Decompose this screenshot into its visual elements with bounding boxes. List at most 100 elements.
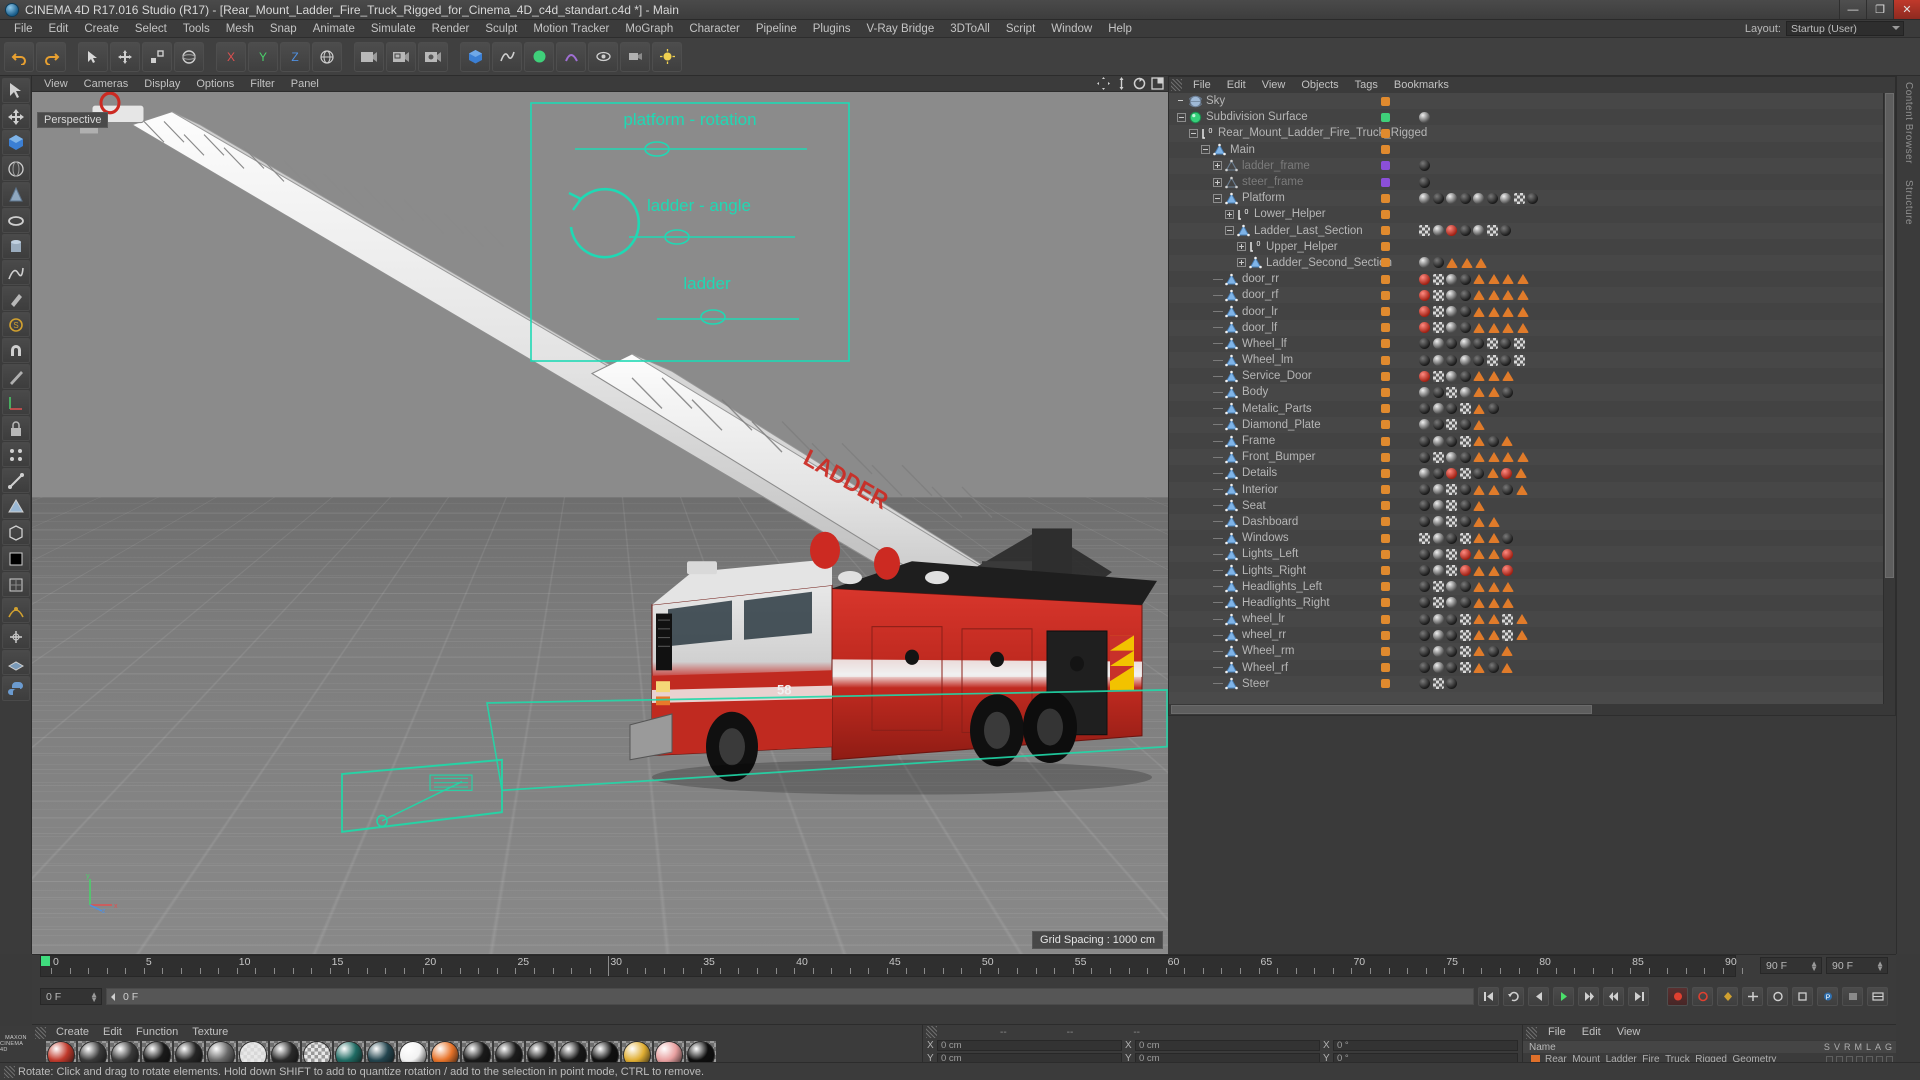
viewport-menu-options[interactable]: Options <box>188 76 242 92</box>
tag-dark-icon[interactable] <box>1419 613 1430 625</box>
object-row[interactable]: 0 Rear_Mount_Ladder_Fire_Truck_Rigged <box>1169 125 1895 142</box>
visibility-dots[interactable] <box>1381 307 1390 317</box>
visibility-dots[interactable] <box>1381 339 1390 349</box>
menu-item-animate[interactable]: Animate <box>305 20 363 38</box>
visibility-dots[interactable] <box>1381 614 1390 624</box>
layer-color-swatch[interactable] <box>1381 517 1390 527</box>
layer-menu-edit[interactable]: Edit <box>1574 1025 1609 1040</box>
layer-color-swatch[interactable] <box>1381 177 1390 187</box>
tag-dark-icon[interactable] <box>1527 192 1538 204</box>
tag-dark-icon[interactable] <box>1419 629 1430 641</box>
layer-color-swatch[interactable] <box>1381 501 1390 511</box>
object-row[interactable]: Main <box>1169 141 1895 158</box>
tag-tri-icon[interactable] <box>1473 322 1485 333</box>
visibility-dots[interactable] <box>1381 112 1390 122</box>
animation-button[interactable] <box>1 598 30 623</box>
layer-color-swatch[interactable] <box>1381 420 1390 430</box>
scrollbar-thumb[interactable] <box>1885 93 1894 579</box>
tag-sphere-icon[interactable] <box>1446 289 1457 301</box>
render-view-button[interactable] <box>354 41 384 72</box>
tag-tri-icon[interactable] <box>1473 371 1485 382</box>
tag-chk-icon[interactable] <box>1446 548 1457 560</box>
autokey-button[interactable] <box>1692 986 1713 1006</box>
object-tags[interactable] <box>1419 306 1529 318</box>
tag-dark-icon[interactable] <box>1419 338 1430 350</box>
world-coordinates-button[interactable] <box>312 41 342 72</box>
menu-item-plugins[interactable]: Plugins <box>805 20 859 38</box>
object-tags[interactable] <box>1419 403 1499 415</box>
tag-dark-icon[interactable] <box>1459 484 1471 496</box>
visibility-dots[interactable] <box>1381 274 1390 284</box>
object-row[interactable]: Dashboard <box>1169 513 1895 531</box>
object-row[interactable]: ladder_frame <box>1169 157 1895 174</box>
tag-dark-icon[interactable] <box>1473 338 1484 350</box>
tag-sphere-icon[interactable] <box>1459 354 1471 366</box>
tag-dark-icon[interactable] <box>1459 273 1471 285</box>
layer-color-swatch[interactable] <box>1381 598 1390 608</box>
menu-item-help[interactable]: Help <box>1100 20 1140 38</box>
collapse-icon[interactable] <box>1213 193 1222 203</box>
object-tags[interactable] <box>1419 435 1513 447</box>
tag-sphere-icon[interactable] <box>1500 192 1511 204</box>
object-row[interactable]: Ladder_Last_Section <box>1169 222 1895 239</box>
tag-tri-icon[interactable] <box>1473 290 1485 301</box>
tag-tri-icon[interactable] <box>1473 646 1485 657</box>
visibility-dots[interactable] <box>1381 177 1390 187</box>
object-row[interactable]: Body <box>1169 384 1895 401</box>
visibility-dots[interactable] <box>1381 663 1390 673</box>
layer-color-swatch[interactable] <box>1381 452 1390 462</box>
tag-red-icon[interactable] <box>1419 289 1430 301</box>
tag-tri-icon[interactable] <box>1516 452 1529 463</box>
tag-dark-icon[interactable] <box>1459 322 1471 334</box>
sphere-button[interactable] <box>1 156 30 181</box>
menu-item-select[interactable]: Select <box>127 20 175 38</box>
axis-y-lock-button[interactable]: Y <box>248 41 278 72</box>
tag-chk-icon[interactable] <box>1459 629 1471 641</box>
tag-dark-icon[interactable] <box>1432 386 1444 398</box>
cube-button[interactable] <box>1 130 30 155</box>
layout-dropdown[interactable]: Startup (User) <box>1786 21 1904 36</box>
tag-sphere-icon[interactable] <box>1419 467 1430 479</box>
dock-label-content-browser[interactable]: Content Browser <box>1903 82 1914 164</box>
visibility-dots[interactable] <box>1381 517 1390 527</box>
visibility-dots[interactable] <box>1381 566 1390 576</box>
tag-chk-icon[interactable] <box>1432 306 1444 318</box>
layer-color-swatch[interactable] <box>1381 371 1390 381</box>
tag-tri-icon[interactable] <box>1487 322 1500 333</box>
tag-sphere-icon[interactable] <box>1419 111 1430 123</box>
hscrollbar-thumb[interactable] <box>1171 705 1593 714</box>
tag-tri-icon[interactable] <box>1475 257 1487 268</box>
menu-item-motion-tracker[interactable]: Motion Tracker <box>525 20 617 38</box>
tag-chk-icon[interactable] <box>1432 451 1444 463</box>
tag-tri-icon[interactable] <box>1515 484 1528 495</box>
tag-chk-icon[interactable] <box>1432 289 1444 301</box>
object-row[interactable]: Ladder_Second_Section <box>1169 254 1895 272</box>
tag-red-icon[interactable] <box>1419 273 1430 285</box>
tag-dark-icon[interactable] <box>1419 581 1430 593</box>
tag-sphere-icon[interactable] <box>1432 484 1444 496</box>
torus-button[interactable] <box>1 208 30 233</box>
visibility-dots[interactable] <box>1381 501 1390 511</box>
tag-tri-icon[interactable] <box>1502 290 1514 301</box>
tag-dark-icon[interactable] <box>1459 289 1471 301</box>
tag-tri-icon[interactable] <box>1516 322 1529 333</box>
tag-dark-icon[interactable] <box>1446 435 1457 447</box>
menu-item-tools[interactable]: Tools <box>175 20 218 38</box>
tag-chk-icon[interactable] <box>1486 338 1498 350</box>
layer-color-swatch[interactable] <box>1381 582 1390 592</box>
visibility-dots[interactable] <box>1381 96 1390 106</box>
brush-button[interactable] <box>1 286 30 311</box>
tag-tri-icon[interactable] <box>1473 614 1485 625</box>
visibility-dots[interactable] <box>1381 404 1390 414</box>
object-row[interactable]: door_rr <box>1169 271 1895 288</box>
expand-icon[interactable] <box>1213 177 1222 187</box>
cylinder-button[interactable] <box>1 234 30 259</box>
visibility-dots[interactable] <box>1381 436 1390 446</box>
keyframe-selection-button[interactable] <box>1717 986 1738 1006</box>
expand-icon[interactable] <box>1237 258 1246 268</box>
tag-dark-icon[interactable] <box>1500 225 1511 237</box>
tag-chk-icon[interactable] <box>1446 565 1457 577</box>
timeline-playhead[interactable] <box>608 956 610 976</box>
object-row[interactable]: Seat <box>1169 497 1895 514</box>
go-to-start-button[interactable] <box>1478 986 1499 1006</box>
